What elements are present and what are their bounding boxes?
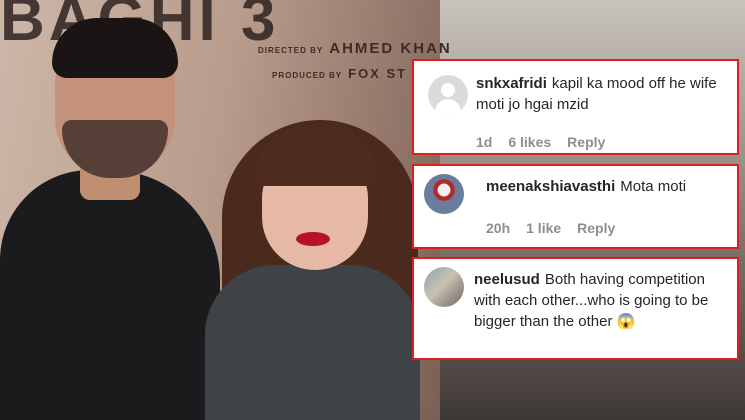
photo-avatar[interactable] <box>424 174 464 214</box>
comment-username[interactable]: snkxafridi <box>476 75 547 92</box>
comment-likes[interactable]: 1 like <box>526 220 561 236</box>
default-avatar-icon[interactable] <box>428 75 468 115</box>
comment-body: neelusud Both having competition with eac… <box>474 269 724 332</box>
woman-dress <box>205 265 420 420</box>
comment-card: snkxafridi kapil ka mood off he wife moti… <box>412 59 739 155</box>
comment-meta: 20h 1 like Reply <box>486 220 631 236</box>
photo-avatar[interactable] <box>424 267 464 307</box>
comment-username[interactable]: meenakshiavasthi <box>486 178 615 195</box>
comment-meta: 1d 6 likes Reply <box>476 134 621 150</box>
comment-body: snkxafridi kapil ka mood off he wife moti… <box>476 73 727 115</box>
poster-producer: PRODUCED BY FOX ST <box>272 66 408 81</box>
comment-card: meenakshiavasthi Mota moti 20h 1 like Reply <box>412 164 739 249</box>
man-hair <box>52 18 178 78</box>
comment-time: 1d <box>476 134 493 150</box>
comment-card: neelusud Both having competition with eac… <box>412 257 739 360</box>
woman-lips <box>296 232 330 246</box>
comment-body: meenakshiavasthi Mota moti <box>486 176 727 197</box>
comment-username[interactable]: neelusud <box>474 271 540 288</box>
poster-director: DIRECTED BY AHMED KHAN <box>258 40 452 57</box>
comment-time: 20h <box>486 220 511 236</box>
comment-likes[interactable]: 6 likes <box>508 134 551 150</box>
comment-text: Mota moti <box>620 178 687 195</box>
reply-button[interactable]: Reply <box>577 220 615 236</box>
man-figure <box>0 170 220 420</box>
reply-button[interactable]: Reply <box>567 134 605 150</box>
